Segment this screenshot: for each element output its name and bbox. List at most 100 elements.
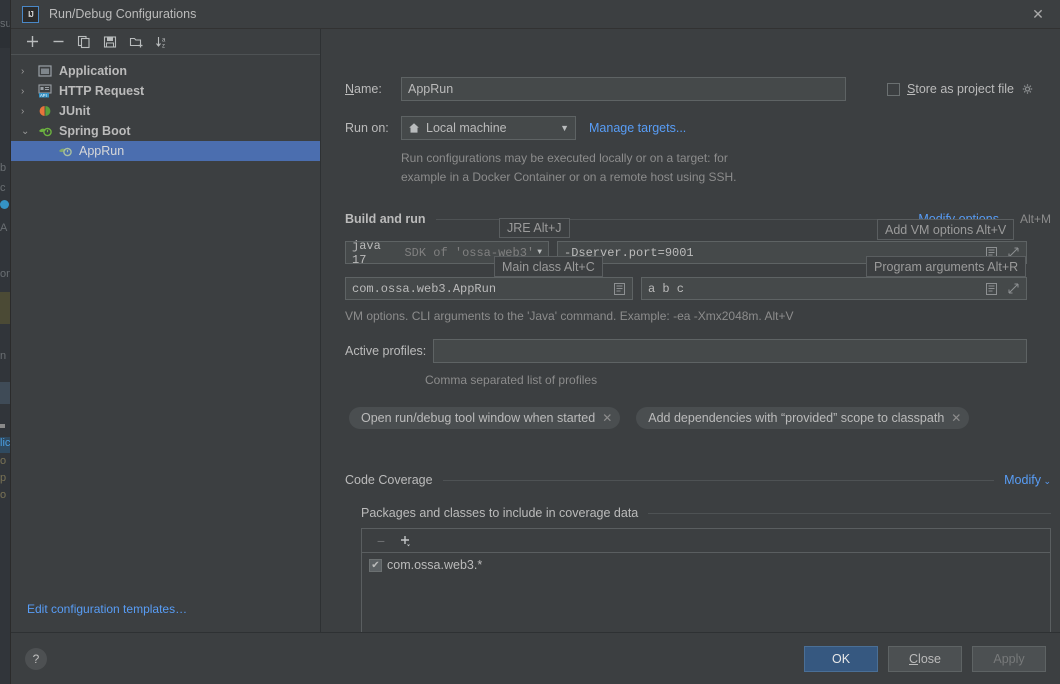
junit-icon bbox=[37, 103, 53, 119]
coverage-modify-link[interactable]: Modify ⌄ bbox=[1004, 473, 1051, 487]
run-on-label: Run on: bbox=[345, 121, 389, 135]
run-on-value: Local machine bbox=[426, 121, 507, 135]
jre-value-bold: java 17 bbox=[352, 238, 381, 267]
svg-text:z: z bbox=[162, 43, 165, 49]
name-label: Name: bbox=[345, 82, 382, 96]
store-as-project-file-checkbox[interactable] bbox=[887, 82, 900, 96]
tree-item-label: Spring Boot bbox=[59, 124, 131, 138]
chip-label: Open run/debug tool window when started bbox=[361, 411, 596, 425]
chip-label: Add dependencies with “provided” scope t… bbox=[648, 411, 945, 425]
list-icon[interactable] bbox=[984, 282, 998, 296]
bg-text-4: A bbox=[0, 222, 8, 234]
coverage-list-toolbar: − bbox=[362, 529, 1050, 553]
coverage-list-panel: − ✔ com.ossa.web3.* bbox=[361, 528, 1051, 632]
chip-open-run-debug-tool-window[interactable]: Open run/debug tool window when started … bbox=[349, 407, 621, 429]
tree-item-spring-boot[interactable]: ⌄ Spring Boot bbox=[11, 121, 320, 141]
tree-item-application[interactable]: › Application bbox=[11, 61, 320, 81]
manage-targets-link[interactable]: Manage targets... bbox=[589, 121, 686, 135]
dialog-footer: ? OK Close Apply bbox=[11, 632, 1060, 684]
chevron-right-icon[interactable]: › bbox=[21, 106, 37, 117]
expand-icon[interactable] bbox=[1006, 282, 1020, 296]
help-icon[interactable]: ? bbox=[25, 647, 47, 670]
edit-configuration-templates-link[interactable]: Edit configuration templates… bbox=[11, 602, 320, 632]
bg-block-3 bbox=[0, 382, 10, 404]
active-profiles-hint: Comma separated list of profiles bbox=[425, 373, 598, 387]
remove-icon[interactable] bbox=[45, 31, 71, 53]
sort-alphabetically-icon[interactable]: a z bbox=[149, 31, 175, 53]
configurations-tree: › Application › API HTTP Request › JUnit… bbox=[11, 55, 320, 602]
store-as-project-file-row[interactable]: Store as project file bbox=[887, 82, 1034, 96]
spring-boot-icon bbox=[37, 123, 53, 139]
close-icon[interactable]: ✕ bbox=[602, 411, 612, 425]
program-arguments-value: a b c bbox=[648, 281, 685, 296]
chevron-down-icon[interactable]: ▼ bbox=[560, 123, 569, 133]
close-icon[interactable]: ✕ bbox=[951, 411, 961, 425]
bg-text-7: lic bbox=[0, 437, 11, 449]
name-input[interactable]: AppRun bbox=[401, 77, 846, 101]
http-request-icon: API bbox=[37, 83, 53, 99]
apply-button: Apply bbox=[972, 645, 1046, 672]
tree-item-label: AppRun bbox=[79, 144, 125, 158]
close-icon[interactable]: ✕ bbox=[1016, 0, 1060, 28]
svg-text:API: API bbox=[40, 93, 47, 98]
tree-item-junit[interactable]: › JUnit bbox=[11, 101, 320, 121]
application-icon bbox=[37, 63, 53, 79]
bg-text-2: b bbox=[0, 162, 7, 174]
tree-item-label: Application bbox=[59, 64, 128, 78]
run-on-select[interactable]: Local machine ▼ bbox=[401, 116, 576, 140]
new-folder-icon[interactable] bbox=[123, 31, 149, 53]
save-icon[interactable] bbox=[97, 31, 123, 53]
coverage-subsection-title: Packages and classes to include in cover… bbox=[361, 506, 639, 520]
intellij-logo-icon: IJ bbox=[22, 5, 39, 23]
configurations-toolbar: a z bbox=[11, 29, 320, 55]
home-icon bbox=[408, 122, 420, 134]
program-arguments-tooltip: Program arguments Alt+R bbox=[866, 256, 1027, 277]
add-vm-options-tooltip: Add VM options Alt+V bbox=[877, 219, 1015, 240]
coverage-add-icon[interactable] bbox=[396, 534, 416, 548]
active-profiles-input[interactable] bbox=[433, 339, 1027, 363]
coverage-remove-icon: − bbox=[376, 532, 386, 549]
coverage-item-label: com.ossa.web3.* bbox=[387, 558, 483, 572]
jre-tooltip: JRE Alt+J bbox=[499, 218, 570, 238]
code-coverage-section-header: Code Coverage Modify ⌄ bbox=[345, 473, 1051, 487]
spring-boot-icon bbox=[57, 143, 73, 159]
close-button[interactable]: Close bbox=[888, 645, 962, 672]
code-coverage-title: Code Coverage bbox=[345, 473, 433, 487]
bg-block-4 bbox=[0, 424, 5, 428]
chip-add-provided-dependencies[interactable]: Add dependencies with “provided” scope t… bbox=[636, 407, 970, 429]
chevron-right-icon[interactable]: › bbox=[21, 86, 37, 97]
tree-item-http-request[interactable]: › API HTTP Request bbox=[11, 81, 320, 101]
gear-icon[interactable] bbox=[1021, 83, 1034, 96]
coverage-subsection-header: Packages and classes to include in cover… bbox=[361, 506, 1051, 520]
bg-icon-1 bbox=[0, 200, 9, 209]
coverage-list-item[interactable]: ✔ com.ossa.web3.* bbox=[362, 553, 1050, 572]
chevron-down-icon[interactable]: ⌄ bbox=[21, 126, 37, 137]
tree-item-apprun[interactable]: AppRun bbox=[11, 141, 320, 161]
configuration-editor-pane: Name: AppRun Store as project file Run o… bbox=[321, 29, 1060, 632]
bg-text-6: n bbox=[0, 350, 7, 362]
bg-text-10: o bbox=[0, 489, 7, 501]
main-class-tooltip: Main class Alt+C bbox=[494, 256, 603, 277]
section-divider bbox=[648, 512, 1051, 514]
bg-block-2 bbox=[0, 292, 10, 324]
vm-options-hint: VM options. CLI arguments to the 'Java' … bbox=[345, 309, 794, 323]
coverage-item-checkbox[interactable]: ✔ bbox=[369, 558, 382, 572]
dialog-titlebar: IJ Run/Debug Configurations ✕ bbox=[11, 0, 1060, 29]
chevron-right-icon[interactable]: › bbox=[21, 66, 37, 77]
dialog-body: a z › Application › API HTTP Request › J… bbox=[11, 29, 1060, 632]
section-divider bbox=[442, 479, 995, 481]
store-as-project-file-label: Store as project file bbox=[907, 82, 1015, 96]
main-class-value: com.ossa.web3.AppRun bbox=[352, 281, 497, 296]
main-class-input[interactable]: com.ossa.web3.AppRun bbox=[345, 277, 633, 300]
options-chips-row: Open run/debug tool window when started … bbox=[349, 407, 970, 429]
browse-class-icon[interactable] bbox=[612, 282, 626, 296]
build-and-run-title: Build and run bbox=[345, 212, 426, 226]
bg-text-3: c bbox=[0, 182, 6, 194]
add-icon[interactable] bbox=[19, 31, 45, 53]
copy-icon[interactable] bbox=[71, 31, 97, 53]
bg-text-9: p bbox=[0, 472, 7, 484]
ok-button[interactable]: OK bbox=[804, 645, 878, 672]
modify-options-shortcut: Alt+M bbox=[1019, 212, 1051, 226]
configurations-pane: a z › Application › API HTTP Request › J… bbox=[11, 29, 321, 632]
program-arguments-input[interactable]: a b c bbox=[641, 277, 1027, 300]
